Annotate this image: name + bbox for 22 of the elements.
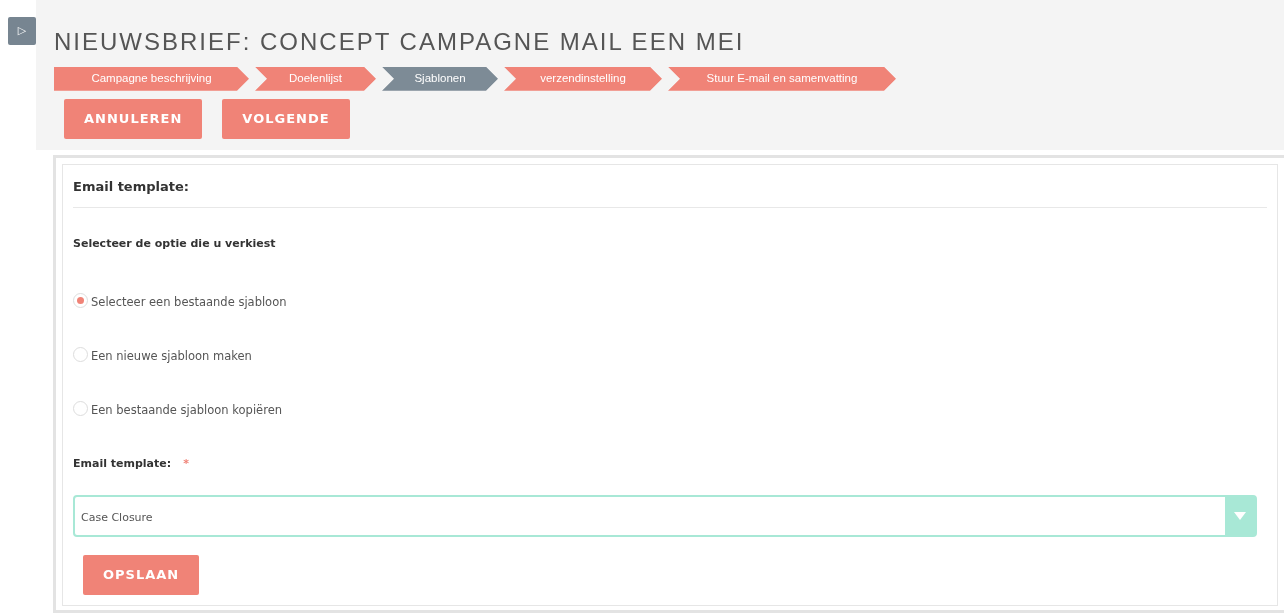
radio-label: Een bestaande sjabloon kopiëren	[91, 402, 282, 420]
wizard-step[interactable]: Sjablonen	[382, 66, 498, 91]
radio-button[interactable]	[73, 346, 88, 362]
save-button[interactable]: OPSLAAN	[83, 554, 200, 595]
required-mark: *	[183, 456, 189, 472]
wizard-step[interactable]: Stuur E-mail en samenvatting	[668, 66, 896, 91]
field-label: Email template:	[73, 456, 172, 472]
cancel-button[interactable]: ANNULEREN	[64, 98, 203, 139]
panel-heading: Email template:	[73, 175, 1267, 208]
option-prompt: Selecteer de optie die u verkiest	[73, 235, 277, 252]
wizard-step[interactable]: Campagne beschrijving	[54, 66, 249, 91]
wizard-step[interactable]: Doelenlijst	[255, 66, 376, 91]
dropdown-caret-icon	[1234, 511, 1246, 520]
radio-button[interactable]	[73, 400, 88, 416]
next-button[interactable]: VOLGENDE	[222, 98, 350, 139]
wizard-step[interactable]: verzendinstelling	[504, 66, 662, 91]
radio-button[interactable]	[73, 292, 88, 308]
sidebar-toggle[interactable]: ▷	[8, 17, 36, 46]
page-title: NIEUWSBRIEF: CONCEPT CAMPAGNE MAIL EEN MEI	[54, 28, 746, 57]
radio-label: Een nieuwe sjabloon maken	[91, 348, 252, 366]
template-select[interactable]: Case Closure	[73, 494, 1257, 537]
radio-label: Selecteer een bestaande sjabloon	[91, 294, 287, 312]
